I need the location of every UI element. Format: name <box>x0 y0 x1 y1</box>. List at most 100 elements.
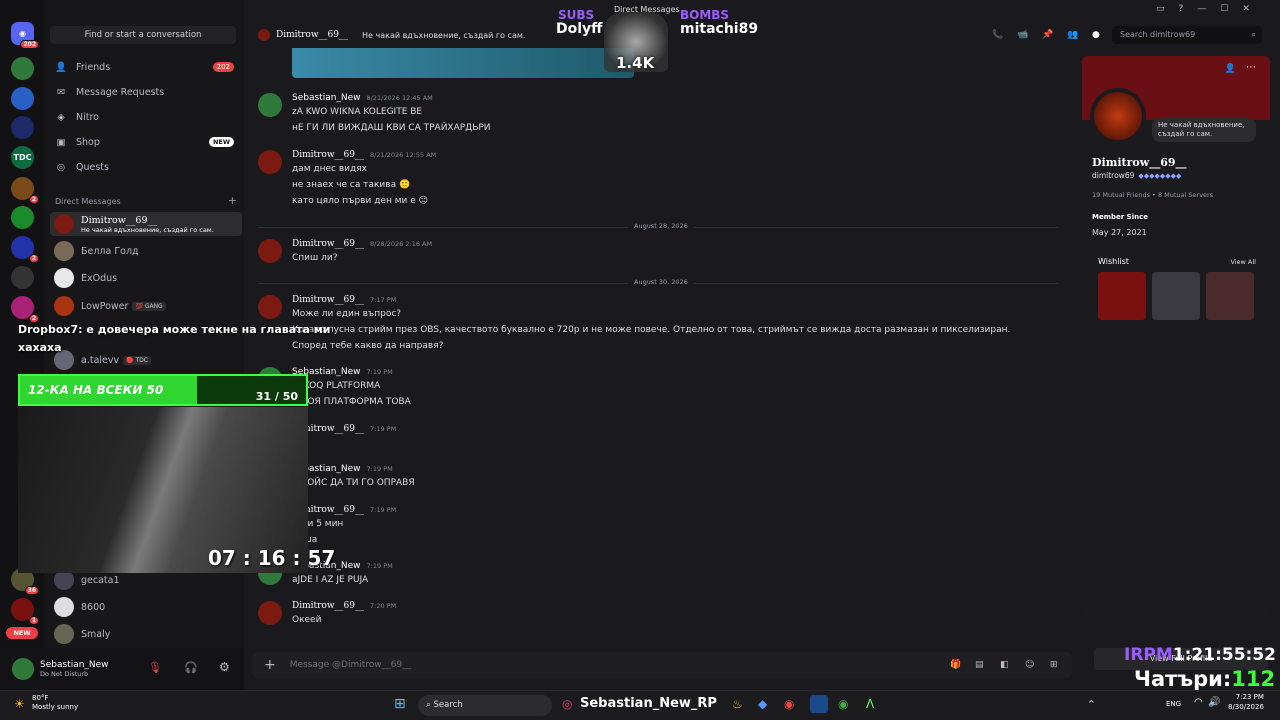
message-timestamp: 8/21/2026 12:45 AM <box>366 94 433 102</box>
app-icon[interactable]: ♨ <box>732 697 743 711</box>
embed-image[interactable] <box>292 48 634 78</box>
dm-item[interactable]: Белла Голд <box>50 239 242 263</box>
language-indicator[interactable]: ENG <box>1166 700 1181 708</box>
inbox-icon[interactable]: ▭ <box>1156 4 1165 14</box>
server-icon[interactable]: TDC <box>11 146 34 169</box>
nav-nitro[interactable]: ◈ Nitro <box>54 107 238 127</box>
wishlist-item[interactable] <box>1098 272 1146 320</box>
clan-tag: 🔴 TDC <box>123 355 151 365</box>
wishlist-item[interactable] <box>1152 272 1200 320</box>
server-icon[interactable]: 2 <box>11 296 39 323</box>
weather-icon: ☀ <box>14 697 25 711</box>
help-icon[interactable]: ? <box>1179 4 1184 14</box>
stream-chat-message: Dropbox7: е довечера може текне на глава… <box>18 323 331 336</box>
app-icon[interactable]: Λ <box>866 697 874 711</box>
clan-tag: 💯 GANG <box>132 301 166 311</box>
server-icon[interactable]: 2 <box>11 236 39 263</box>
add-friends-icon[interactable]: 👥 <box>1067 30 1078 40</box>
tray-chevron-icon[interactable]: ^ <box>1088 699 1095 708</box>
search-input[interactable]: Search dimitrow69 ⌕ <box>1112 26 1262 44</box>
server-icon[interactable] <box>11 87 34 110</box>
apps-icon[interactable]: ⊞ <box>1050 660 1058 670</box>
app-icon[interactable] <box>810 695 828 713</box>
dm-item[interactable]: 8600 <box>50 595 242 619</box>
author-avatar[interactable] <box>258 150 282 174</box>
view-all-link[interactable]: View All <box>1230 258 1256 266</box>
stream-timer: 07 : 16 : 57 <box>208 546 336 570</box>
discord-home-button[interactable]: ◉ 202 <box>11 22 39 49</box>
video-call-icon[interactable]: 📹 <box>1017 30 1028 40</box>
taskbar-search[interactable]: ⌕ Search <box>418 695 552 716</box>
nav-quests[interactable]: ◎ Quests <box>54 157 238 177</box>
voice-call-icon[interactable]: 📞 <box>992 30 1003 40</box>
pin-icon[interactable]: 📌 <box>1042 30 1053 40</box>
author-avatar[interactable] <box>258 93 282 117</box>
goal-bar: 12-КА НА ВСЕКИ 50 31 / 50 <box>18 374 308 406</box>
nav-shop[interactable]: ▣ Shop NEW <box>54 132 238 152</box>
message-composer[interactable]: + Message @Dimitrow__69__ 🎁 ▤ ◧ ☺ ⊞ <box>252 652 1072 678</box>
nav-friends[interactable]: 👤 Friends 202 <box>54 57 238 77</box>
message-text: нЕ ГИ ЛИ ВИЖДАШ КВИ СА ТРАЙХАРДЬРИ <box>292 123 491 133</box>
gif-icon[interactable]: ▤ <box>975 660 984 670</box>
message-author[interactable]: Dimitrow__69__ <box>292 601 364 611</box>
avatar <box>54 296 74 316</box>
volume-icon[interactable]: 🔊 <box>1208 697 1220 708</box>
find-conversation-button[interactable]: Find or start a conversation <box>50 26 236 44</box>
message-author[interactable]: Dimitrow__69__ <box>292 295 364 305</box>
discord-icon: ◉ <box>19 29 26 38</box>
profile-avatar <box>1090 88 1146 144</box>
more-options-icon[interactable]: ⋯ <box>1246 62 1256 73</box>
message-author[interactable]: Sebastian_New <box>292 93 361 103</box>
server-icon[interactable]: 1 <box>11 598 39 625</box>
minimize-icon[interactable]: — <box>1197 4 1206 14</box>
irpm-timer: IRPM1:21:55:52 <box>1124 645 1276 665</box>
close-icon[interactable]: ✕ <box>1242 4 1250 14</box>
gift-icon[interactable]: 🎁 <box>950 660 961 670</box>
create-dm-button[interactable]: + <box>228 195 237 206</box>
dm-item[interactable]: LowPower 💯 GANG <box>50 294 242 318</box>
settings-gear-icon[interactable]: ⚙ <box>219 660 230 674</box>
maximize-icon[interactable]: ☐ <box>1220 4 1228 14</box>
chrome-icon[interactable]: ◉ <box>838 697 848 711</box>
message-author[interactable]: Dimitrow__69__ <box>292 239 364 249</box>
emoji-icon[interactable]: ☺ <box>1025 660 1034 670</box>
member-since-date: May 27, 2021 <box>1092 228 1147 237</box>
bombs-label: BOMBS <box>680 8 730 22</box>
clock[interactable]: 7:23 PM 8/30/2026 <box>1228 693 1264 713</box>
server-icon[interactable] <box>11 57 34 80</box>
sticker-icon[interactable]: ◧ <box>1000 660 1009 670</box>
message-timestamp: 7:19 PM <box>366 562 393 570</box>
server-icon[interactable]: 2 <box>11 177 39 204</box>
mutual-friends-link[interactable]: 19 Mutual Friends <box>1092 191 1150 199</box>
taskbar: ☀ 80°F Mostly sunny ⊞ ⌕ Search Sebastian… <box>0 690 1280 720</box>
attach-plus-icon[interactable]: + <box>264 657 276 673</box>
server-icon[interactable] <box>11 116 34 139</box>
profile-toggle-icon[interactable]: ● <box>1092 30 1100 40</box>
user-avatar[interactable] <box>12 658 34 680</box>
author-avatar[interactable] <box>258 295 282 319</box>
deafen-icon[interactable]: 🎧 <box>184 661 198 674</box>
instagram-icon: ◎ <box>562 697 573 711</box>
author-avatar[interactable] <box>258 239 282 263</box>
author-avatar[interactable] <box>258 601 282 625</box>
dm-item[interactable]: Smaly <box>50 622 242 646</box>
wishlist-item[interactable] <box>1206 272 1254 320</box>
wifi-icon[interactable]: ◠ <box>1194 697 1203 708</box>
dm-item[interactable]: ExOdus <box>50 266 242 290</box>
app-icon[interactable]: ◆ <box>758 697 767 711</box>
mute-mic-icon[interactable]: 🎙 <box>148 661 162 674</box>
chrome-icon[interactable]: ◉ <box>784 697 794 711</box>
mutual-servers-link[interactable]: 8 Mutual Servers <box>1158 191 1213 199</box>
add-friend-icon[interactable]: 👤 <box>1225 64 1236 74</box>
nav-message-requests[interactable]: ✉ Message Requests <box>54 82 238 102</box>
wishlist-label: Wishlist <box>1098 257 1129 266</box>
weather-widget[interactable]: 80°F Mostly sunny <box>32 694 78 713</box>
new-badge[interactable]: NEW <box>6 627 38 639</box>
streamer-name: Sebastian_New_RP <box>580 696 717 711</box>
windows-start-icon[interactable]: ⊞ <box>394 696 406 712</box>
dm-item[interactable]: a.talevv 🔴 TDC <box>50 348 242 372</box>
dm-item[interactable]: Dimitrow__69__ Не чакай вдъхновение, съз… <box>50 212 242 236</box>
server-icon[interactable] <box>11 266 34 289</box>
message-author[interactable]: Dimitrow__69__ <box>292 150 364 160</box>
server-icon[interactable] <box>11 206 34 229</box>
